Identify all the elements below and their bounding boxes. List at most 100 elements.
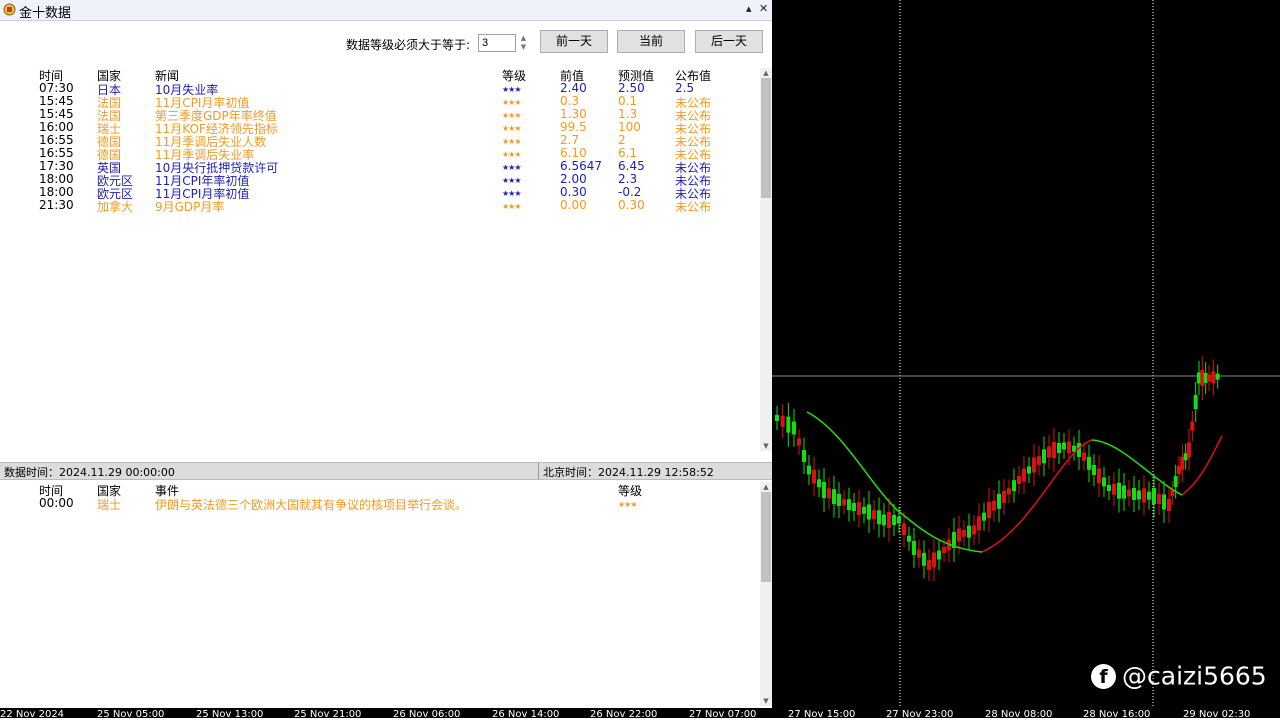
row-previous: 0.00 bbox=[560, 198, 587, 212]
candle-body bbox=[982, 512, 986, 521]
candle-body bbox=[1052, 442, 1056, 458]
row-previous: 2.7 bbox=[560, 133, 580, 147]
calendar-scrollbar[interactable]: ▲ ▼ bbox=[760, 68, 772, 451]
candle-body bbox=[786, 416, 791, 433]
moving-average-down-segment bbox=[1091, 439, 1183, 496]
watermark-text: @caizi5665 bbox=[1122, 661, 1267, 691]
candle-body bbox=[1187, 442, 1191, 458]
candle-body bbox=[1057, 443, 1061, 453]
spinner-down-icon[interactable]: ▼ bbox=[518, 43, 529, 52]
candle-body bbox=[1037, 456, 1041, 466]
row-stars: ★★★ bbox=[502, 85, 521, 94]
row-actual: 2.5 bbox=[675, 81, 695, 95]
candle-body bbox=[862, 506, 866, 514]
row-previous: 0.30 bbox=[560, 185, 587, 199]
row-forecast: -0.2 bbox=[618, 185, 642, 199]
candle-body bbox=[1170, 490, 1175, 497]
candle-body bbox=[922, 552, 926, 566]
row-country: 瑞士 bbox=[97, 498, 122, 512]
candle-body bbox=[962, 529, 966, 537]
scroll-thumb[interactable] bbox=[761, 492, 771, 582]
close-icon[interactable]: ✕ bbox=[759, 2, 768, 15]
candle-body bbox=[1132, 488, 1136, 500]
candle-body bbox=[932, 552, 936, 568]
row-previous: 1.30 bbox=[560, 107, 587, 121]
scroll-up-icon[interactable]: ▲ bbox=[760, 68, 772, 78]
data-time: 数据时间：2024.11.29 00:00:00 bbox=[4, 466, 175, 479]
candle-body bbox=[1087, 456, 1091, 470]
row-time: 00:00 bbox=[39, 496, 74, 510]
row-event: 伊朗与英法德三个欧洲大国就其有争议的核项目举行会谈。 bbox=[155, 498, 468, 512]
time-axis-label: 25 Nov 21:00 bbox=[294, 709, 362, 718]
row-time: 15:45 bbox=[39, 107, 74, 121]
candle-body bbox=[907, 535, 911, 542]
candle-body bbox=[942, 547, 946, 553]
candle-body bbox=[807, 465, 811, 475]
time-axis-label: 28 Nov 08:00 bbox=[985, 709, 1053, 718]
time-axis-label: 27 Nov 23:00 bbox=[886, 709, 954, 718]
candle-body bbox=[827, 488, 831, 499]
row-time: 18:00 bbox=[39, 185, 74, 199]
scroll-down-icon[interactable]: ▼ bbox=[760, 696, 772, 706]
row-actual: 未公布 bbox=[675, 200, 712, 214]
price-chart[interactable] bbox=[772, 0, 1280, 708]
candle-body bbox=[1047, 446, 1051, 458]
candle-body bbox=[972, 525, 976, 535]
row-forecast: 100 bbox=[618, 120, 641, 134]
pin-icon[interactable]: ▴ bbox=[746, 2, 752, 15]
candle-body bbox=[1092, 465, 1096, 475]
row-previous: 2.00 bbox=[560, 172, 587, 186]
events-scrollbar[interactable]: ▲ ▼ bbox=[760, 482, 772, 706]
spinner-up-icon[interactable]: ▲ bbox=[518, 34, 529, 43]
next-day-button[interactable]: 后一天 bbox=[695, 30, 763, 53]
time-axis-label: 22 Nov 2024 bbox=[0, 709, 65, 718]
level-input[interactable] bbox=[478, 34, 516, 52]
time-axis-label: 27 Nov 07:00 bbox=[689, 709, 757, 718]
row-time: 15:45 bbox=[39, 94, 74, 108]
row-stars: ★★★ bbox=[618, 500, 637, 509]
candle-body bbox=[792, 421, 796, 435]
candle-body bbox=[797, 438, 801, 446]
row-previous: 6.10 bbox=[560, 146, 587, 160]
scroll-up-icon[interactable]: ▲ bbox=[760, 482, 772, 492]
candle-body bbox=[1147, 491, 1151, 500]
prev-day-button[interactable]: 前一天 bbox=[540, 30, 608, 53]
candle-body bbox=[1022, 468, 1026, 482]
facebook-icon: f bbox=[1091, 663, 1116, 689]
candle-body bbox=[1102, 477, 1106, 487]
candle-body bbox=[1117, 482, 1121, 499]
candle-body bbox=[1215, 373, 1220, 380]
candle-body bbox=[857, 502, 861, 516]
row-stars: ★★★ bbox=[502, 176, 521, 185]
time-axis: 22 Nov 2024 25 Nov 05:00 25 Nov 13:00 25 No… bbox=[0, 708, 1280, 718]
time-axis-label: 25 Nov 05:00 bbox=[97, 709, 165, 718]
candle-body bbox=[1190, 421, 1195, 431]
scroll-thumb[interactable] bbox=[761, 78, 771, 198]
row-time: 17:30 bbox=[39, 159, 74, 173]
candle-body bbox=[992, 500, 996, 511]
candle-body bbox=[1137, 490, 1141, 500]
current-button[interactable]: 当前 bbox=[617, 30, 685, 53]
header-level: 等级 bbox=[618, 484, 643, 498]
candle-body bbox=[1157, 494, 1161, 504]
candle-body bbox=[1173, 476, 1178, 488]
candle-body bbox=[780, 415, 785, 427]
row-stars: ★★★ bbox=[502, 111, 521, 120]
scroll-down-icon[interactable]: ▼ bbox=[760, 441, 772, 451]
row-previous: 2.40 bbox=[560, 81, 587, 95]
level-spinner[interactable]: ▲ ▼ bbox=[518, 34, 529, 52]
candle-body bbox=[967, 525, 971, 538]
row-news: 9月GDP月率 bbox=[155, 200, 225, 214]
time-axis-label: 28 Nov 16:00 bbox=[1083, 709, 1151, 718]
row-forecast: 1.3 bbox=[618, 107, 638, 121]
time-axis-label: 29 Nov 02:30 bbox=[1183, 709, 1251, 718]
row-time: 07:30 bbox=[39, 81, 74, 95]
candle-body bbox=[802, 450, 806, 462]
candle-body bbox=[1032, 457, 1036, 473]
candle-body bbox=[1107, 485, 1111, 491]
row-stars: ★★★ bbox=[502, 150, 521, 159]
status-bar: 数据时间：2024.11.29 00:00:00 北京时间：2024.11.29… bbox=[0, 462, 772, 480]
row-country: 加拿大 bbox=[97, 200, 134, 214]
candle-body bbox=[1162, 494, 1166, 510]
status-divider bbox=[538, 463, 539, 479]
